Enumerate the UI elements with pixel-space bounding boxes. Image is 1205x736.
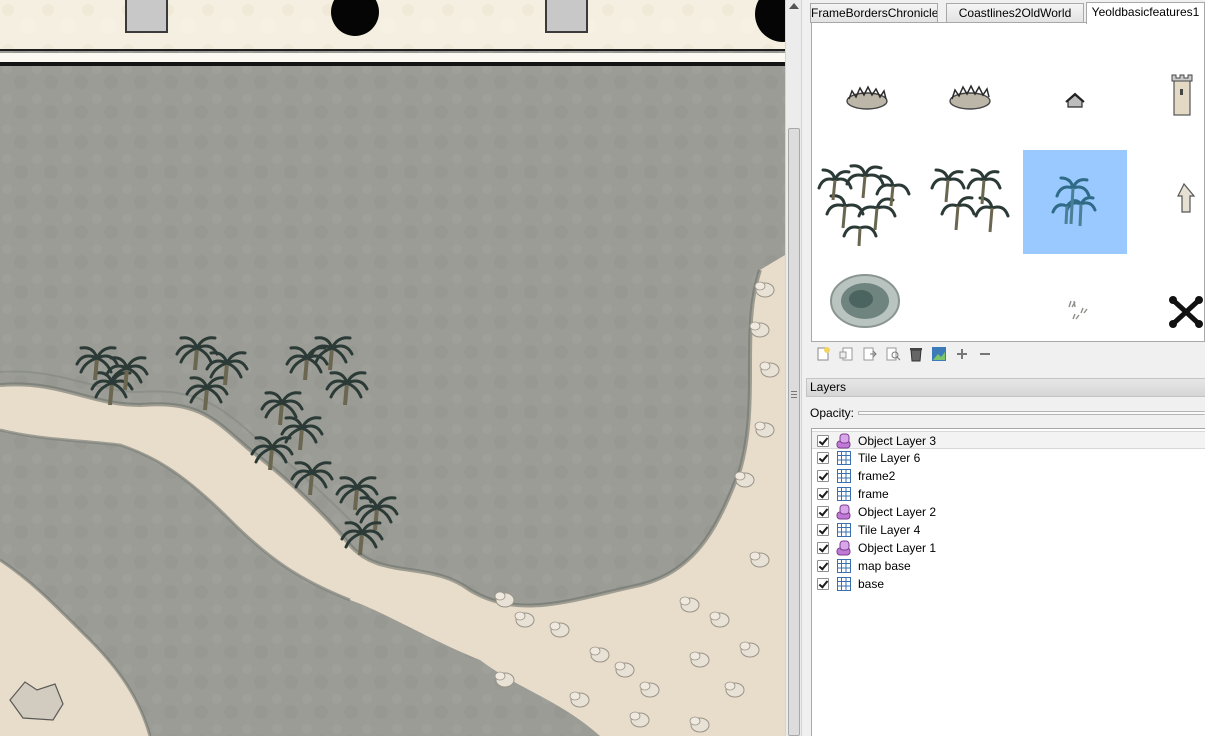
layers-list[interactable]: Object Layer 3 Tile Layer 6 frame2 frame… (811, 428, 1205, 736)
zoom-in-icon[interactable] (954, 346, 970, 362)
tile-layer-icon (837, 523, 851, 537)
export-tileset-icon[interactable] (862, 346, 878, 362)
layer-name: base (858, 577, 885, 591)
layer-row-frame2[interactable]: frame2 (812, 467, 1205, 485)
visibility-checkbox[interactable] (817, 435, 829, 447)
map-artwork (0, 0, 785, 736)
ruined-fort-icon (949, 84, 991, 110)
layer-row-map-base[interactable]: map base (812, 557, 1205, 575)
crossed-bones-icon (1169, 296, 1203, 328)
tile-pond[interactable] (815, 255, 919, 341)
tile-layer-icon (837, 469, 851, 483)
visibility-checkbox[interactable] (817, 506, 829, 518)
object-layer-icon (836, 433, 851, 449)
layer-name: Tile Layer 4 (858, 523, 921, 537)
visibility-checkbox[interactable] (817, 524, 829, 536)
tile-layer-icon (837, 451, 851, 465)
layer-row-object-layer-3[interactable]: Object Layer 3 (812, 431, 1205, 449)
tile-layer-icon (837, 487, 851, 501)
tile-ruined-fort-1[interactable] (815, 45, 919, 149)
tile-small-house[interactable] (1023, 45, 1127, 149)
dense-palm-grove-icon (817, 164, 911, 247)
small-house-icon (1065, 92, 1085, 108)
tileset-tab-bar: FrameBordersChronicle Coastlines2OldWorl… (810, 2, 1205, 24)
tile-ruined-fort-2[interactable] (918, 45, 1022, 149)
map-vertical-scrollbar[interactable] (785, 0, 802, 736)
tile-spire[interactable] (1126, 150, 1204, 254)
layer-name: frame2 (858, 469, 896, 483)
ruined-fort-icon (846, 85, 888, 110)
tab-yeoldbasicfeatures1[interactable]: Yeoldbasicfeatures1 (1086, 2, 1205, 24)
tile-dense-palm-grove[interactable] (815, 150, 919, 254)
tile-palm-tree-selected[interactable] (1023, 150, 1127, 254)
tile-layer-icon (837, 577, 851, 591)
zoom-out-icon[interactable] (977, 346, 993, 362)
import-tileset-icon[interactable] (839, 346, 855, 362)
tile-layer-icon (837, 559, 851, 573)
layer-name: Object Layer 3 (858, 434, 937, 448)
tile-empty[interactable] (918, 255, 1022, 341)
spire-icon (1177, 182, 1196, 213)
pond-icon (830, 274, 900, 328)
layer-row-base[interactable]: base (812, 575, 1205, 593)
scroll-up-arrow[interactable] (789, 3, 799, 9)
layers-dock-title: Layers (806, 378, 1205, 397)
tileset-view[interactable] (811, 22, 1205, 342)
tower-icon (1171, 74, 1193, 116)
new-tileset-icon[interactable] (816, 346, 832, 362)
layer-name: Object Layer 2 (858, 505, 937, 519)
right-dock-panel: FrameBordersChronicle Coastlines2OldWorl… (802, 0, 1205, 736)
opacity-row: Opacity: (810, 405, 1205, 421)
palm-tree-icon (1051, 176, 1097, 227)
opacity-slider[interactable] (858, 411, 1205, 415)
scrollbar-grip (791, 391, 797, 398)
visibility-checkbox[interactable] (817, 560, 829, 572)
layer-name: Object Layer 1 (858, 541, 937, 555)
layer-row-object-layer-2[interactable]: Object Layer 2 (812, 503, 1205, 521)
layer-name: frame (858, 487, 889, 501)
object-layer-icon (836, 540, 851, 556)
scrollbar-thumb[interactable] (788, 128, 800, 736)
layer-name: Tile Layer 6 (858, 451, 921, 465)
grass-tufts-icon (1068, 300, 1088, 320)
tile-tower[interactable] (1126, 45, 1204, 149)
layer-row-tile-layer-6[interactable]: Tile Layer 6 (812, 449, 1205, 467)
tile-palm-trees[interactable] (918, 150, 1022, 254)
visibility-checkbox[interactable] (817, 470, 829, 482)
tileset-properties-icon[interactable] (885, 346, 901, 362)
delete-tileset-icon[interactable] (908, 346, 924, 362)
edit-terrain-icon[interactable] (931, 346, 947, 362)
layer-row-tile-layer-4[interactable]: Tile Layer 4 (812, 521, 1205, 539)
opacity-label: Opacity: (810, 406, 855, 420)
tile-grass-tufts[interactable] (1023, 255, 1127, 341)
map-canvas[interactable] (0, 0, 785, 736)
layer-name: map base (858, 559, 911, 573)
visibility-checkbox[interactable] (817, 488, 829, 500)
layer-row-frame[interactable]: frame (812, 485, 1205, 503)
tab-coastlines2oldworld[interactable]: Coastlines2OldWorld (946, 3, 1084, 23)
tab-frameborderschronicle[interactable]: FrameBordersChronicle (810, 3, 938, 23)
tile-crossed-bones[interactable] (1126, 255, 1204, 341)
layer-row-object-layer-1[interactable]: Object Layer 1 (812, 539, 1205, 557)
visibility-checkbox[interactable] (817, 452, 829, 464)
object-layer-icon (836, 504, 851, 520)
visibility-checkbox[interactable] (817, 578, 829, 590)
visibility-checkbox[interactable] (817, 542, 829, 554)
palm-trees-icon (930, 168, 1010, 233)
